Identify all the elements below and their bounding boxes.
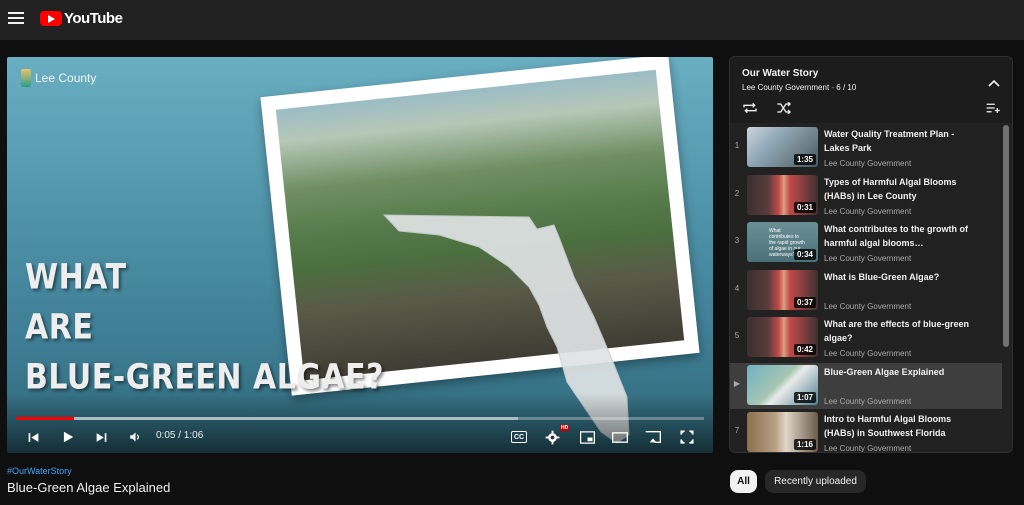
playlist-item[interactable]: 1 1:35 Water Quality Treatment Plan - Lake… (730, 125, 1002, 171)
playlist-items: 1 1:35 Water Quality Treatment Plan - Lake… (730, 123, 1012, 453)
playlist-item[interactable]: ▶ 1:07 Blue-Green Algae Explained Lee Count… (730, 362, 1002, 409)
youtube-logo[interactable]: YouTube (40, 10, 123, 27)
lee-county-logo-icon (21, 69, 31, 87)
playlist-item-index: 5 (734, 331, 740, 340)
hashtag-link[interactable]: #OurWaterStory (7, 466, 72, 476)
playlist-item-title[interactable]: Types of Harmful Algal Blooms (HABs) in … (824, 175, 974, 203)
playlist-item-channel: Lee County Government (824, 349, 912, 358)
skip-next-icon[interactable] (91, 427, 111, 447)
duration-badge: 1:35 (793, 154, 816, 165)
shuffle-icon[interactable] (776, 101, 792, 119)
youtube-play-logo-icon (40, 11, 62, 26)
progress-played (16, 417, 75, 420)
time-display: 0:05 / 1:06 (156, 430, 204, 441)
duration-badge: 0:37 (793, 296, 816, 308)
headline-line: WHAT (25, 257, 127, 298)
hd-badge: HD (560, 425, 570, 431)
playlist-item[interactable]: 4 0:37 What is Blue-Green Algae? Lee County… (730, 268, 1002, 314)
video-thumbnail[interactable]: 1:16 (747, 412, 818, 452)
cast-icon[interactable] (643, 427, 663, 447)
hamburger-menu-icon[interactable] (8, 10, 24, 26)
playlist-item-channel: Lee County Government (824, 159, 912, 168)
playlist-item-title[interactable]: What contributes to the growth of harmfu… (824, 222, 974, 250)
theater-mode-icon[interactable] (610, 427, 630, 447)
playlist-item-channel: Lee County Government (824, 206, 912, 216)
playlist-item-channel: Lee County Government (824, 444, 912, 453)
playlist-scrollbar[interactable] (1003, 125, 1009, 347)
playlist-add-icon[interactable] (986, 101, 1001, 119)
chip-recently-uploaded[interactable]: Recently uploaded (765, 470, 866, 493)
loop-icon[interactable] (742, 101, 758, 119)
logo-text: YouTube (64, 10, 123, 27)
fullscreen-icon[interactable] (677, 427, 697, 447)
playlist-item-channel: Lee County Government (824, 301, 912, 311)
video-thumbnail[interactable]: 1:35 (747, 127, 818, 167)
playlist-item-index: 2 (734, 188, 740, 198)
cc-label: CC (511, 431, 527, 443)
progress-bar[interactable] (16, 417, 704, 420)
miniplayer-icon[interactable] (577, 427, 597, 447)
playlist-item-index: 4 (734, 283, 740, 293)
volume-icon[interactable] (125, 427, 145, 447)
playlist-item[interactable]: 3 What contributes to the rapid growth of… (730, 220, 1002, 266)
duration-badge: 1:07 (793, 391, 816, 403)
chip-all[interactable]: All (730, 470, 757, 493)
duration-badge: 1:16 (793, 439, 816, 450)
playlist-position: 6 / 10 (836, 83, 857, 92)
playlist-item-title[interactable]: What are the effects of blue-green algae… (824, 317, 974, 345)
watermark-text: Lee County (35, 71, 97, 85)
channel-watermark: Lee County (21, 69, 96, 87)
headline-line: ARE (25, 307, 94, 348)
playlist-item-title[interactable]: What is Blue-Green Algae? (824, 270, 974, 284)
duration-badge: 0:34 (793, 249, 816, 260)
video-title: Blue-Green Algae Explained (7, 480, 171, 495)
playlist-item-title[interactable]: Water Quality Treatment Plan - Lakes Par… (824, 127, 974, 155)
playlist-item-title[interactable]: Blue-Green Algae Explained (824, 365, 974, 379)
playlist-item-index: 7 (734, 426, 740, 435)
controls-overlay (7, 393, 713, 453)
playlist-item-index: 1 (734, 141, 740, 150)
playlist-item[interactable]: 2 0:31 Types of Harmful Algal Blooms (HABs… (730, 173, 1002, 219)
playlist-item-channel: Lee County Government (824, 254, 912, 263)
duration-badge: 0:42 (793, 344, 816, 355)
playlist-title[interactable]: Our Water Story (742, 68, 818, 79)
closed-captions-icon[interactable]: CC (509, 427, 529, 447)
playlist-panel: Our Water Story Lee County Government - … (729, 56, 1013, 453)
playlist-item-channel: Lee County Government (824, 396, 912, 406)
playlist-header: Our Water Story Lee County Government - … (730, 57, 1012, 123)
playlist-item[interactable]: 5 0:42 What are the effects of blue-green … (730, 315, 1002, 361)
playlist-channel[interactable]: Lee County Government (742, 83, 829, 92)
skip-previous-icon[interactable] (23, 427, 43, 447)
chevron-up-icon[interactable] (988, 74, 1000, 92)
playlist-subtitle: Lee County Government - 6 / 10 (742, 83, 856, 92)
video-thumbnail[interactable]: 1:07 (747, 364, 818, 405)
duration-badge: 0:31 (793, 201, 816, 213)
video-thumbnail[interactable]: 0:31 (747, 174, 818, 215)
playlist-item-index: 3 (734, 236, 740, 245)
playlist-item-title[interactable]: Intro to Harmful Algal Blooms (HABs) in … (824, 412, 974, 440)
video-thumbnail[interactable]: 0:37 (747, 269, 818, 310)
playlist-item-index: ▶ (733, 378, 741, 388)
video-thumbnail[interactable]: 0:42 (747, 317, 818, 357)
gear-icon[interactable] (542, 427, 562, 447)
video-thumbnail[interactable]: What contributes to the rapid growth of … (747, 222, 818, 262)
video-player[interactable]: Lee County WHAT ARE BLUE-GREEN ALGAE? 0:… (7, 57, 713, 453)
play-icon[interactable] (57, 427, 79, 447)
progress-loaded (16, 417, 519, 420)
video-headline: WHAT ARE BLUE-GREEN ALGAE? (25, 253, 384, 403)
masthead: YouTube (0, 0, 1024, 40)
playlist-item[interactable]: 7 1:16 Intro to Harmful Algal Blooms (HABs… (730, 410, 1002, 453)
